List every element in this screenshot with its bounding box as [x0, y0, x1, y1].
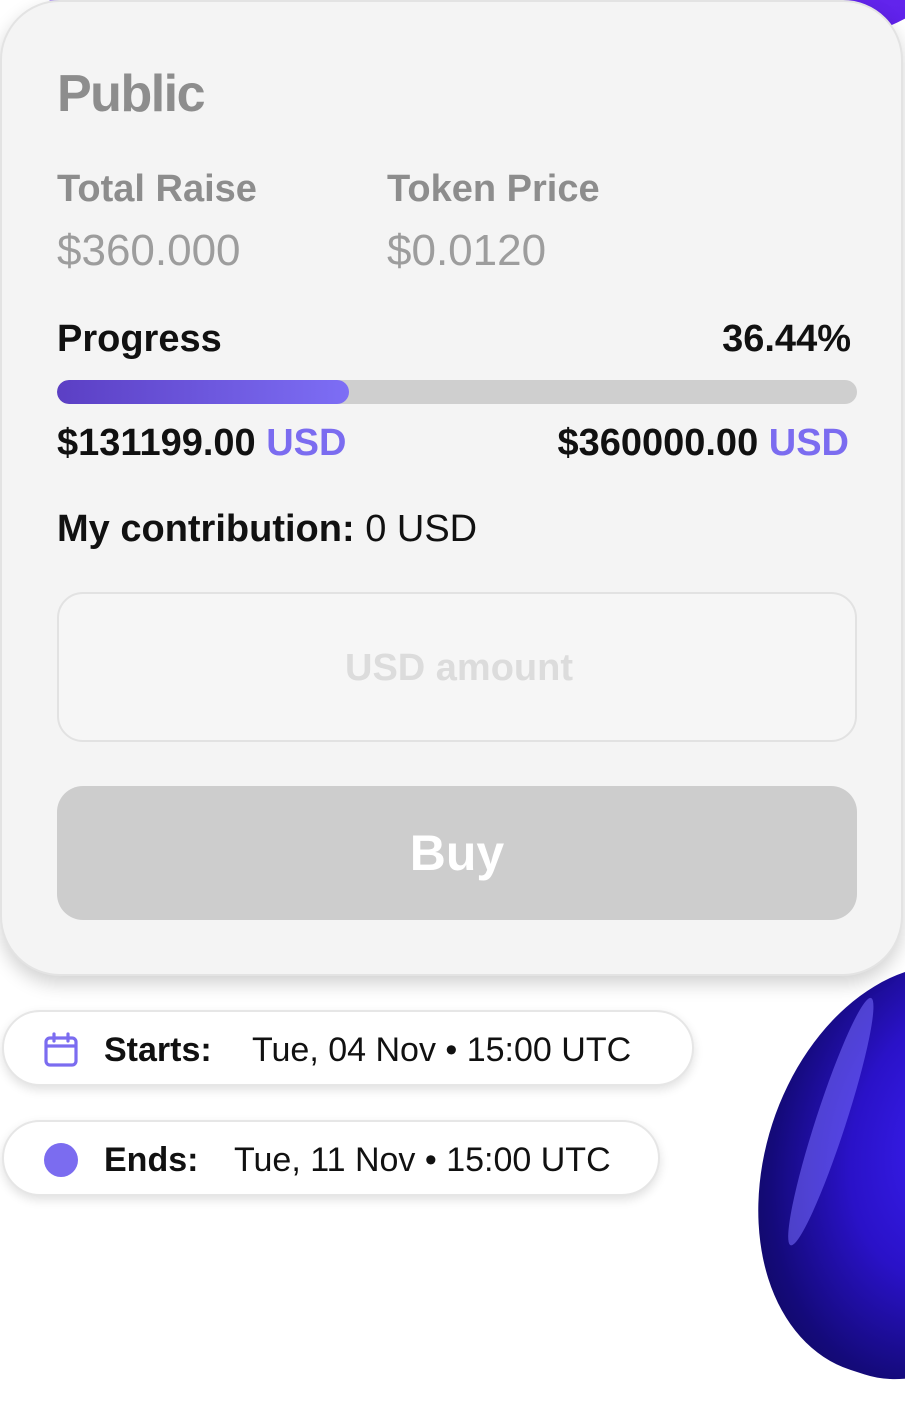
- calendar-icon: [42, 1031, 80, 1069]
- usd-amount-input[interactable]: [59, 594, 859, 742]
- starts-value: Tue, 04 Nov • 15:00 UTC: [252, 1031, 632, 1069]
- starts-pill: Starts: Tue, 04 Nov • 15:00 UTC: [2, 1010, 694, 1086]
- usd-amount-field-container: [57, 592, 859, 742]
- starts-label: Starts:: [104, 1031, 212, 1069]
- decorative-blob-bottom: [707, 923, 905, 1416]
- status-dot-icon: [42, 1141, 80, 1179]
- goal-amount-value: $360000.00: [557, 422, 759, 464]
- progress-percent: 36.44%: [722, 318, 851, 360]
- total-raise-label: Total Raise: [57, 168, 257, 210]
- raised-amount-currency: USD: [266, 422, 347, 464]
- my-contribution-label: My contribution:: [57, 508, 355, 550]
- my-contribution: My contribution: 0 USD: [57, 508, 477, 551]
- raised-amount: $131199.00 USD: [57, 422, 346, 465]
- ends-value: Tue, 11 Nov • 15:00 UTC: [234, 1141, 611, 1179]
- total-raise-value: $360.000: [57, 226, 241, 275]
- progress-label: Progress: [57, 318, 222, 360]
- token-price-value: $0.0120: [387, 226, 547, 275]
- goal-amount-currency: USD: [768, 422, 849, 464]
- ends-pill: Ends: Tue, 11 Nov • 15:00 UTC: [2, 1120, 660, 1196]
- goal-amount: $360000.00 USD: [557, 422, 849, 465]
- raised-amount-value: $131199.00: [57, 422, 256, 464]
- progress-bar-fill: [57, 380, 349, 404]
- public-sale-card: Public Total Raise $360.000 Token Price …: [0, 0, 903, 976]
- token-price-label: Token Price: [387, 168, 600, 210]
- card-title: Public: [57, 65, 206, 123]
- buy-button[interactable]: Buy: [57, 786, 857, 920]
- my-contribution-value: 0 USD: [365, 508, 478, 550]
- progress-bar: [57, 380, 857, 404]
- ends-label: Ends:: [104, 1141, 199, 1179]
